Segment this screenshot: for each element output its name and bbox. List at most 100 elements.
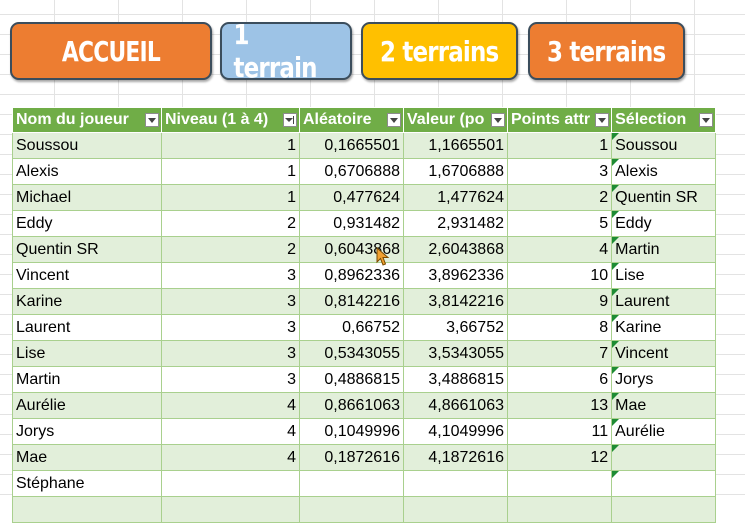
table-cell[interactable]: 12 xyxy=(506,444,613,471)
table-cell[interactable]: Alexis xyxy=(12,158,162,185)
table-cell[interactable]: 3,5343055 xyxy=(403,340,508,367)
table-cell[interactable] xyxy=(403,470,508,497)
table-cell[interactable]: 4 xyxy=(161,444,300,471)
table-cell[interactable] xyxy=(299,496,404,523)
table-cell[interactable]: 4,1872616 xyxy=(403,444,508,471)
table-cell[interactable]: 0,5343055 xyxy=(299,340,404,367)
table-cell[interactable]: 3 xyxy=(161,314,300,341)
table-cell[interactable]: Lise xyxy=(12,340,162,367)
table-cell[interactable]: Stéphane xyxy=(12,470,162,497)
table-cell[interactable]: Vincent xyxy=(611,340,717,367)
table-cell[interactable]: 3 xyxy=(161,262,300,289)
table-cell[interactable]: Mae xyxy=(12,444,162,471)
table-cell[interactable]: 4 xyxy=(161,418,300,445)
table-cell[interactable]: 1,477624 xyxy=(403,184,508,211)
table-cell[interactable]: 2,931482 xyxy=(403,210,508,237)
table-cell[interactable]: 10 xyxy=(506,262,613,289)
table-cell[interactable]: 3 xyxy=(161,340,300,367)
table-cell[interactable]: 3 xyxy=(161,366,300,393)
table-cell[interactable]: 6 xyxy=(506,366,613,393)
filter-dropdown-icon[interactable] xyxy=(595,113,610,127)
table-cell[interactable]: Quentin SR xyxy=(12,236,162,263)
table-cell[interactable]: 1,6706888 xyxy=(403,158,508,185)
table-cell[interactable]: 0,4886815 xyxy=(299,366,404,393)
table-cell[interactable]: Lise xyxy=(611,262,717,289)
table-cell[interactable]: 2 xyxy=(506,184,613,211)
table-cell[interactable]: 2 xyxy=(161,210,300,237)
table-cell[interactable]: 3 xyxy=(161,288,300,315)
table-cell[interactable]: 1,1665501 xyxy=(403,132,508,159)
table-cell[interactable] xyxy=(611,444,717,471)
table-cell[interactable] xyxy=(299,470,404,497)
table-cell[interactable]: 4,1049996 xyxy=(403,418,508,445)
filter-dropdown-icon[interactable] xyxy=(387,113,401,127)
table-cell[interactable] xyxy=(403,496,508,523)
table-cell[interactable]: Martin xyxy=(12,366,162,393)
table-cell[interactable]: 0,6706888 xyxy=(299,158,404,185)
sort-filter-icon[interactable] xyxy=(283,113,297,127)
table-cell[interactable] xyxy=(611,496,717,523)
table-cell[interactable]: Jorys xyxy=(611,366,717,393)
table-cell[interactable]: Eddy xyxy=(12,210,162,237)
table-cell[interactable]: 5 xyxy=(506,210,613,237)
table-cell[interactable]: 7 xyxy=(506,340,613,367)
table-cell[interactable]: Eddy xyxy=(611,210,717,237)
table-cell[interactable]: Mae xyxy=(611,392,717,419)
table-cell[interactable] xyxy=(161,496,300,523)
table-cell[interactable]: Soussou xyxy=(611,132,717,159)
table-cell[interactable]: 0,8661063 xyxy=(299,392,404,419)
table-row: Stéphane xyxy=(12,470,717,497)
table-cell[interactable] xyxy=(506,496,613,523)
table-cell[interactable]: 3,66752 xyxy=(403,314,508,341)
table-cell[interactable]: 4 xyxy=(506,236,613,263)
table-cell[interactable]: Quentin SR xyxy=(611,184,717,211)
table-cell[interactable]: 13 xyxy=(506,392,613,419)
table-row: Vincent 3 0,8962336 3,8962336 10 Lise xyxy=(12,262,717,289)
table-cell[interactable]: Karine xyxy=(12,288,162,315)
accueil-button[interactable]: ACCUEIL xyxy=(10,22,212,80)
table-cell[interactable]: Jorys xyxy=(12,418,162,445)
filter-dropdown-icon[interactable] xyxy=(491,113,505,127)
table-cell[interactable]: 3,8142216 xyxy=(403,288,508,315)
table-cell[interactable]: 8 xyxy=(506,314,613,341)
table-cell[interactable]: 1 xyxy=(161,132,300,159)
table-cell[interactable] xyxy=(506,470,613,497)
table-cell[interactable] xyxy=(12,496,162,523)
table-cell[interactable] xyxy=(611,470,717,497)
table-cell[interactable]: Vincent xyxy=(12,262,162,289)
two-terrains-button[interactable]: 2 terrains xyxy=(361,22,518,80)
table-cell[interactable]: 1 xyxy=(161,158,300,185)
table-cell[interactable]: Karine xyxy=(611,314,717,341)
table-cell[interactable]: 11 xyxy=(506,418,613,445)
table-cell[interactable]: Martin xyxy=(611,236,717,263)
table-cell[interactable]: 3,4886815 xyxy=(403,366,508,393)
table-cell[interactable]: Alexis xyxy=(611,158,717,185)
table-cell[interactable]: 2 xyxy=(161,236,300,263)
table-cell[interactable]: Laurent xyxy=(611,288,717,315)
table-cell[interactable]: 1 xyxy=(506,132,613,159)
table-cell[interactable]: 3 xyxy=(506,158,613,185)
one-terrain-button[interactable]: 1 terrain xyxy=(220,18,352,84)
table-cell[interactable]: Michael xyxy=(12,184,162,211)
table-cell[interactable]: 0,1049996 xyxy=(299,418,404,445)
three-terrains-button[interactable]: 3 terrains xyxy=(528,22,685,80)
table-cell[interactable]: 0,1872616 xyxy=(299,444,404,471)
table-cell[interactable]: 4 xyxy=(161,392,300,419)
table-cell[interactable]: Aurélie xyxy=(611,418,717,445)
table-cell[interactable]: 0,1665501 xyxy=(299,132,404,159)
table-cell[interactable]: 0,8142216 xyxy=(299,288,404,315)
table-cell[interactable]: 0,66752 xyxy=(299,314,404,341)
table-cell[interactable]: 9 xyxy=(506,288,613,315)
table-cell[interactable]: 4,8661063 xyxy=(403,392,508,419)
filter-dropdown-icon[interactable] xyxy=(699,113,714,127)
filter-dropdown-icon[interactable] xyxy=(145,113,159,127)
table-cell[interactable]: 0,931482 xyxy=(299,210,404,237)
table-cell[interactable]: 2,6043868 xyxy=(403,236,508,263)
table-cell[interactable]: Laurent xyxy=(12,314,162,341)
table-cell[interactable]: Aurélie xyxy=(12,392,162,419)
table-cell[interactable]: 1 xyxy=(161,184,300,211)
table-cell[interactable]: 3,8962336 xyxy=(403,262,508,289)
table-cell[interactable]: Soussou xyxy=(12,132,162,159)
table-cell[interactable] xyxy=(161,470,300,497)
table-cell[interactable]: 0,477624 xyxy=(299,184,404,211)
